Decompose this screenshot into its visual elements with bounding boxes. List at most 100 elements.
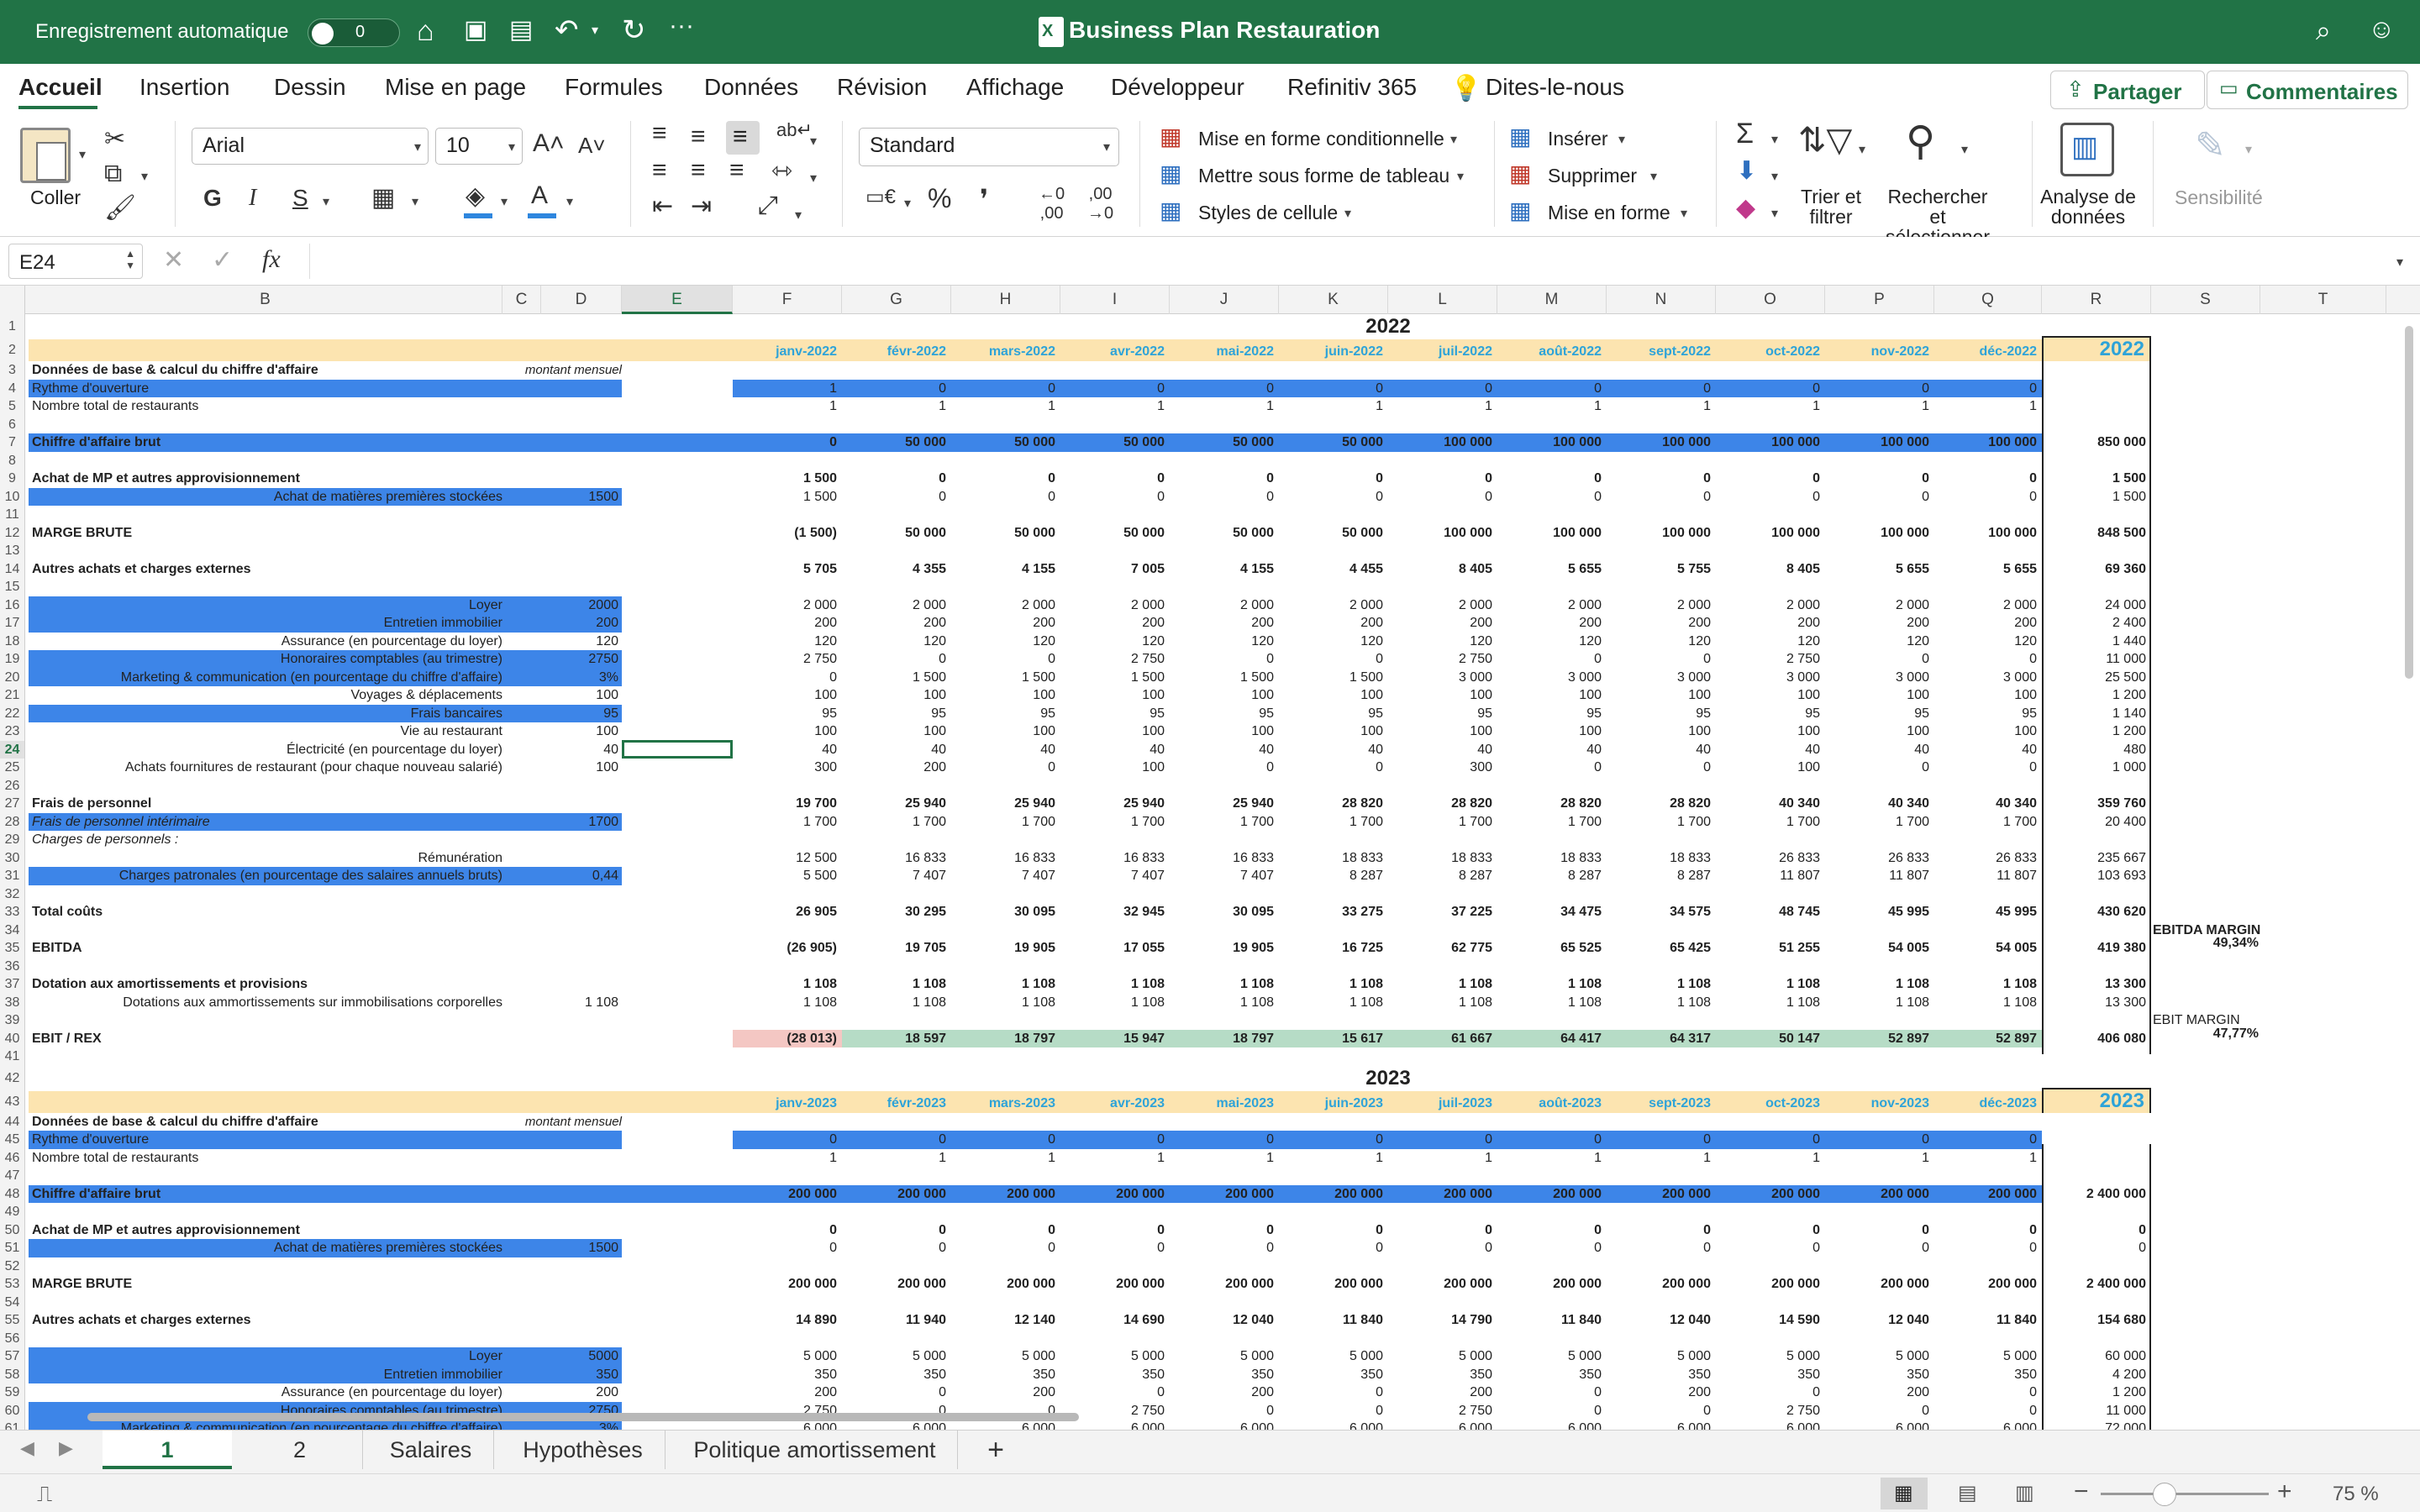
month-value[interactable]: 350: [1060, 1366, 1165, 1384]
chevron-down-icon[interactable]: ▾: [795, 207, 802, 223]
month-value[interactable]: 65 525: [1497, 939, 1602, 958]
month-value[interactable]: 16 833: [1060, 849, 1165, 868]
month-value[interactable]: 200 000: [1497, 1185, 1602, 1204]
month-value[interactable]: 1: [1716, 397, 1820, 416]
month-value[interactable]: 100: [1279, 686, 1383, 705]
column-header-g[interactable]: G: [842, 286, 951, 314]
month-value[interactable]: 45 995: [1934, 903, 2037, 921]
month-value[interactable]: 18 833: [1279, 849, 1383, 868]
selected-cell-e24[interactable]: [622, 739, 733, 759]
sort-filter-icon[interactable]: ⇅▽: [1798, 121, 1852, 160]
month-value[interactable]: 0: [1607, 470, 1711, 488]
month-value[interactable]: 16 833: [951, 849, 1055, 868]
align-center-icon[interactable]: ≡: [691, 156, 706, 185]
month-value[interactable]: 40: [1825, 741, 1929, 759]
month-value[interactable]: 17 055: [1060, 939, 1165, 958]
month-value[interactable]: 50 000: [951, 524, 1055, 543]
month-value[interactable]: 28 820: [1388, 795, 1492, 813]
month-value[interactable]: 6 000: [1279, 1420, 1383, 1430]
month-value[interactable]: 1: [1279, 397, 1383, 416]
month-value[interactable]: 0: [733, 1221, 837, 1240]
next-sheet-icon[interactable]: ▶: [59, 1437, 73, 1459]
row-header[interactable]: 6: [0, 415, 25, 433]
month-value[interactable]: 100: [1388, 722, 1492, 741]
month-value[interactable]: 100: [1279, 722, 1383, 741]
month-value[interactable]: 350: [733, 1366, 837, 1384]
month-value[interactable]: 1 108: [1825, 994, 1929, 1012]
month-value[interactable]: 100: [1716, 759, 1820, 777]
month-value[interactable]: 2 750: [1388, 650, 1492, 669]
month-value[interactable]: 200: [951, 1383, 1055, 1402]
month-value[interactable]: 50 000: [1279, 433, 1383, 452]
chevron-down-icon[interactable]: ▾: [1650, 168, 1657, 185]
month-value[interactable]: 0: [1170, 380, 1274, 398]
month-value[interactable]: 5 755: [1607, 560, 1711, 579]
month-value[interactable]: 28 820: [1607, 795, 1711, 813]
tab-affichage[interactable]: Affichage: [966, 74, 1064, 101]
month-value[interactable]: 200: [842, 614, 946, 633]
row-header[interactable]: 35: [0, 939, 25, 958]
month-value[interactable]: 64 417: [1497, 1030, 1602, 1048]
month-value[interactable]: 100: [1716, 722, 1820, 741]
month-value[interactable]: 1: [1825, 1149, 1929, 1168]
month-value[interactable]: 0: [1060, 1383, 1165, 1402]
month-value[interactable]: 2 750: [733, 650, 837, 669]
align-bottom-icon[interactable]: ≡: [726, 121, 760, 155]
chevron-down-icon[interactable]: ▾: [1771, 205, 1778, 222]
row-header[interactable]: 1: [0, 314, 25, 339]
decrease-font-icon[interactable]: A˅: [578, 133, 606, 159]
month-value[interactable]: 11 840: [1497, 1311, 1602, 1330]
month-value[interactable]: 2 000: [1060, 596, 1165, 615]
month-value[interactable]: 62 775: [1388, 939, 1492, 958]
chevron-down-icon[interactable]: ▾: [810, 170, 817, 186]
sheet-tab-salaires[interactable]: Salaires: [368, 1431, 494, 1469]
decrease-decimal-icon[interactable]: ,00 →0: [1087, 185, 1113, 223]
month-value[interactable]: 200 000: [1388, 1185, 1492, 1204]
month-value[interactable]: 350: [1497, 1366, 1602, 1384]
month-value[interactable]: 100: [733, 686, 837, 705]
month-value[interactable]: 100: [1060, 759, 1165, 777]
month-value[interactable]: 1: [1934, 1149, 2037, 1168]
month-value[interactable]: 1: [1279, 1149, 1383, 1168]
month-value[interactable]: 40: [1607, 741, 1711, 759]
column-header-r[interactable]: R: [2042, 286, 2151, 314]
row-header[interactable]: 48: [0, 1184, 25, 1203]
align-right-icon[interactable]: ≡: [729, 156, 744, 185]
input-value[interactable]: 100: [541, 722, 618, 741]
month-value[interactable]: 5 000: [1497, 1347, 1602, 1366]
month-value[interactable]: 12 500: [733, 849, 837, 868]
row-header[interactable]: 16: [0, 596, 25, 614]
analyze-data-button[interactable]: Analyse de données: [2033, 186, 2143, 227]
month-value[interactable]: 19 705: [842, 939, 946, 958]
month-value[interactable]: 15 947: [1060, 1030, 1165, 1048]
month-value[interactable]: 2 000: [842, 596, 946, 615]
month-value[interactable]: 100 000: [1825, 433, 1929, 452]
chevron-down-icon[interactable]: ▾: [2396, 254, 2403, 270]
month-value[interactable]: 0: [1388, 1239, 1492, 1257]
row-header[interactable]: 2: [0, 339, 25, 361]
month-value[interactable]: 120: [1825, 633, 1929, 651]
month-value[interactable]: 54 005: [1825, 939, 1929, 958]
month-value[interactable]: 350: [1607, 1366, 1711, 1384]
column-header-p[interactable]: P: [1825, 286, 1934, 314]
month-value[interactable]: 0: [1607, 1221, 1711, 1240]
month-value[interactable]: 0: [842, 1383, 946, 1402]
chevron-down-icon[interactable]: ▾: [592, 22, 598, 39]
month-value[interactable]: 0: [1170, 488, 1274, 507]
input-value[interactable]: 95: [541, 705, 618, 723]
month-value[interactable]: 0: [951, 488, 1055, 507]
save-as-icon[interactable]: ▤: [509, 15, 533, 45]
month-value[interactable]: 0: [1934, 1221, 2037, 1240]
month-value[interactable]: 1 108: [1716, 975, 1820, 994]
month-value[interactable]: 1: [1497, 397, 1602, 416]
month-value[interactable]: 6 000: [1607, 1420, 1711, 1430]
analyze-data-icon[interactable]: ▥: [2060, 123, 2114, 176]
borders-icon[interactable]: ▦: [371, 183, 395, 213]
month-value[interactable]: 0: [1825, 470, 1929, 488]
month-value[interactable]: 50 000: [842, 433, 946, 452]
chevron-down-icon[interactable]: ▾: [1366, 24, 1373, 40]
month-value[interactable]: 120: [1170, 633, 1274, 651]
tab-dessin[interactable]: Dessin: [274, 74, 346, 101]
month-value[interactable]: 4 455: [1279, 560, 1383, 579]
row-header[interactable]: 24: [0, 740, 25, 759]
